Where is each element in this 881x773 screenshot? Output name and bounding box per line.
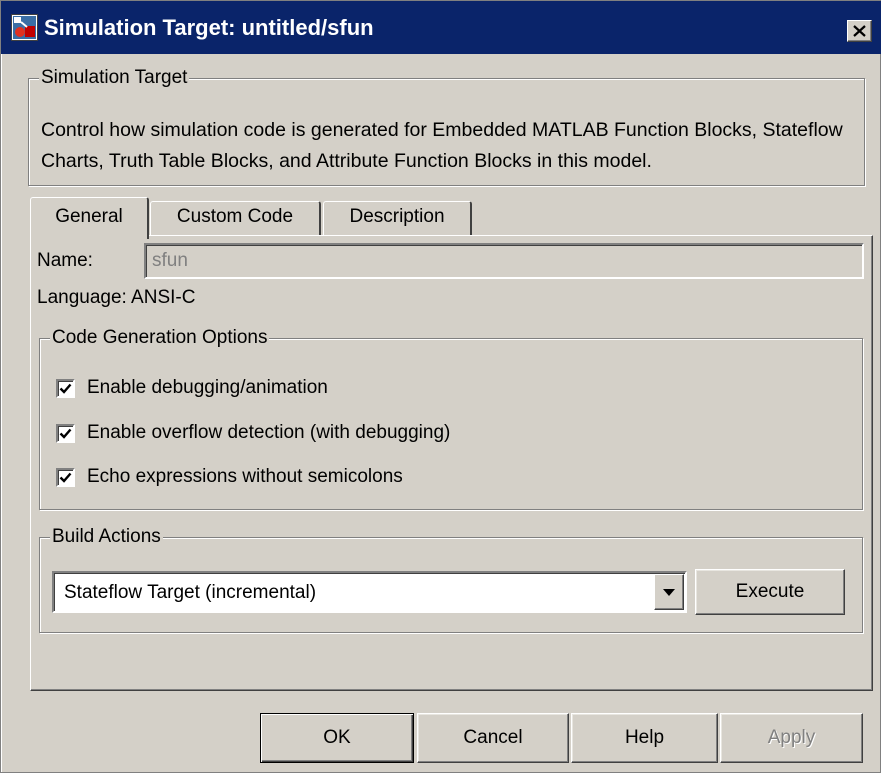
build-action-selected: Stateflow Target (incremental) bbox=[64, 582, 317, 603]
build-action-select[interactable]: Stateflow Target (incremental) bbox=[52, 571, 687, 613]
title-bar[interactable]: Simulation Target: untitled/sfun bbox=[1, 1, 881, 54]
checkmark-icon bbox=[59, 472, 72, 483]
checkmark-icon bbox=[59, 428, 72, 439]
code-generation-options-legend: Code Generation Options bbox=[50, 326, 270, 350]
help-button[interactable]: Help bbox=[571, 713, 718, 763]
tab-description-label: Description bbox=[349, 206, 445, 227]
enable-debugging-checkbox[interactable]: Enable debugging/animation bbox=[56, 373, 328, 403]
dropdown-arrow-icon bbox=[663, 588, 675, 596]
window-title: Simulation Target: untitled/sfun bbox=[44, 15, 374, 40]
simulation-target-description: Control how simulation code is generated… bbox=[41, 119, 843, 172]
cancel-button[interactable]: Cancel bbox=[417, 713, 569, 763]
enable-overflow-detection-label: Enable overflow detection (with debuggin… bbox=[87, 422, 451, 443]
checkbox-box[interactable] bbox=[56, 423, 75, 443]
simulation-target-legend: Simulation Target bbox=[39, 66, 190, 90]
enable-overflow-detection-checkbox[interactable]: Enable overflow detection (with debuggin… bbox=[56, 418, 450, 448]
execute-button[interactable]: Execute bbox=[695, 569, 845, 615]
tab-custom-code-label: Custom Code bbox=[176, 206, 294, 227]
close-button[interactable] bbox=[847, 20, 872, 42]
name-label: Name: bbox=[37, 250, 93, 271]
tab-description[interactable]: Description bbox=[323, 201, 472, 235]
language-text: Language: ANSI-C bbox=[37, 287, 196, 308]
echo-expressions-checkbox[interactable]: Echo expressions without semicolons bbox=[56, 462, 403, 492]
build-actions-legend: Build Actions bbox=[50, 525, 163, 549]
close-icon bbox=[853, 25, 866, 37]
tab-general[interactable]: General bbox=[30, 197, 149, 239]
ok-button[interactable]: OK bbox=[260, 713, 414, 763]
apply-button[interactable]: Apply bbox=[720, 713, 863, 763]
tab-general-label: General bbox=[55, 206, 123, 227]
checkbox-box[interactable] bbox=[56, 378, 75, 398]
enable-debugging-label: Enable debugging/animation bbox=[87, 377, 328, 398]
checkmark-icon bbox=[59, 383, 72, 394]
stateflow-chart-icon bbox=[11, 14, 38, 41]
name-field[interactable] bbox=[144, 243, 864, 279]
checkbox-box[interactable] bbox=[56, 467, 75, 487]
dialog-window: Simulation Target: untitled/sfun Simulat… bbox=[0, 0, 881, 773]
tab-custom-code[interactable]: Custom Code bbox=[150, 201, 321, 235]
dropdown-button[interactable] bbox=[654, 574, 684, 610]
echo-expressions-label: Echo expressions without semicolons bbox=[87, 466, 403, 487]
